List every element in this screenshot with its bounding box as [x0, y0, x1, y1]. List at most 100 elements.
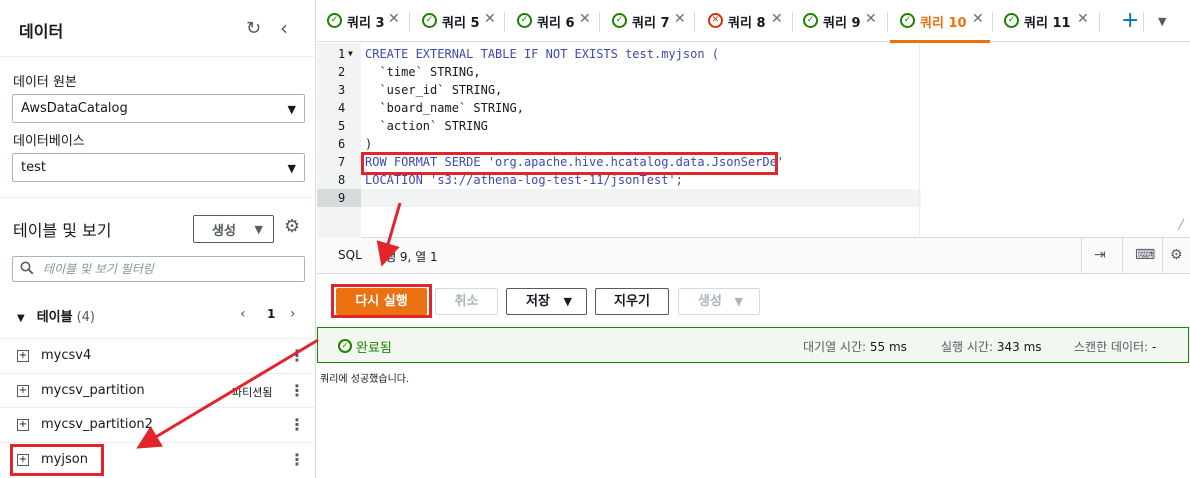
tables-header-label: 테이블	[36, 310, 73, 325]
close-icon[interactable]: ✕	[865, 11, 877, 27]
code-line: `board_name` STRING,	[365, 101, 524, 115]
expand-plus-icon[interactable]: +	[17, 385, 29, 397]
table-row[interactable]: + mycsv4 ⋮	[0, 338, 316, 372]
tab-query-10[interactable]: ✓ 쿼리 10 ✕	[890, 0, 990, 43]
table-filter-input[interactable]	[43, 260, 293, 278]
query-tab-bar: ✓ 쿼리 3 ✕ ✓ 쿼리 5 ✕ ✓ 쿼리 6 ✕ ✓ 쿼리 7 ✕ ✕ 쿼리…	[317, 0, 1190, 43]
line-number: 4	[338, 101, 346, 115]
kebab-menu-icon[interactable]: ⋮	[289, 415, 305, 434]
keyboard-icon: ⌨	[1135, 247, 1156, 263]
close-icon[interactable]: ✕	[388, 11, 400, 27]
tab-query-11[interactable]: ✓ 쿼리 11 ✕	[994, 0, 1094, 42]
cancel-button[interactable]: 취소	[435, 288, 498, 315]
datasource-select[interactable]: AwsDataCatalog ▼	[12, 94, 305, 123]
tab-divider	[504, 12, 505, 32]
table-row[interactable]: + mycsv_partition2 ⋮	[0, 407, 316, 441]
divider	[0, 197, 316, 198]
close-icon[interactable]: ✕	[484, 11, 496, 27]
data-scanned: 스캔한 데이터: -	[1074, 338, 1156, 355]
create-dropdown-button[interactable]: 생성 ▼	[193, 215, 274, 243]
sql-editor[interactable]: 1 ▼ 2 3 4 5 6 7 8 9 CREATE EXTERNAL TABLE…	[317, 43, 1190, 238]
tab-menu-caret-icon[interactable]: ▼	[1158, 15, 1166, 28]
tab-query-7[interactable]: ✓ 쿼리 7 ✕	[602, 0, 694, 42]
tab-label: 쿼리 5	[442, 16, 480, 31]
error-x-icon: ✕	[708, 13, 723, 28]
query-result-banner: ✓ 완료됨 대기열 시간: 55 ms 실행 시간: 343 ms 스캔한 데이…	[317, 327, 1189, 363]
success-check-icon: ✓	[338, 339, 352, 353]
keyboard-shortcuts-button[interactable]: ⌨	[1122, 238, 1162, 274]
line-number: 8	[338, 173, 346, 187]
table-name[interactable]: mycsv4	[41, 348, 91, 363]
code-line: CREATE EXTERNAL TABLE IF NOT EXISTS test…	[365, 47, 720, 61]
database-select[interactable]: test ▼	[12, 153, 305, 182]
save-button-label: 저장	[526, 294, 550, 309]
success-check-icon: ✓	[803, 13, 818, 28]
close-icon[interactable]: ✕	[771, 11, 783, 27]
expand-triangle-icon[interactable]: ▼	[17, 313, 25, 324]
tab-label: 쿼리 3	[347, 16, 385, 31]
collapse-icon[interactable]: ‹	[280, 18, 288, 38]
kebab-menu-icon[interactable]: ⋮	[289, 346, 305, 365]
kebab-menu-icon[interactable]: ⋮	[289, 381, 305, 400]
success-check-icon: ✓	[900, 13, 915, 28]
tables-count: (4)	[76, 310, 96, 325]
caret-down-icon: ▼	[287, 103, 296, 116]
close-icon[interactable]: ✕	[1077, 11, 1089, 27]
resize-grip-icon[interactable]: ╱	[1178, 220, 1184, 231]
expand-plus-icon[interactable]: +	[17, 419, 29, 431]
table-filter-field[interactable]	[12, 256, 305, 282]
next-page-icon[interactable]: ›	[290, 306, 296, 322]
page-number[interactable]: 1	[267, 307, 275, 321]
caret-down-icon: ▼	[563, 295, 572, 308]
tab-divider	[1099, 12, 1100, 32]
kebab-menu-icon[interactable]: ⋮	[289, 450, 305, 469]
tab-divider	[599, 12, 600, 32]
fold-arrow-icon[interactable]: ▼	[348, 45, 353, 63]
annotation-highlight-box	[331, 284, 432, 318]
add-tab-icon[interactable]: +	[1121, 8, 1139, 33]
tab-query-8[interactable]: ✕ 쿼리 8 ✕	[698, 0, 790, 42]
data-panel: 데이터 ↻ ‹ 데이터 원본 AwsDataCatalog ▼ 데이터베이스 t…	[0, 0, 316, 478]
refresh-icon[interactable]: ↻	[246, 20, 261, 38]
gear-icon: ⚙	[1170, 247, 1183, 263]
queue-time-value: 55 ms	[869, 340, 907, 354]
table-name[interactable]: mycsv_partition2	[41, 417, 153, 432]
line-number: 5	[338, 119, 346, 133]
tables-section-header[interactable]: ▼ 테이블 (4)	[17, 306, 95, 325]
caret-down-icon: ▼	[254, 223, 263, 236]
gear-icon[interactable]: ⚙	[284, 218, 300, 236]
save-dropdown-button[interactable]: 저장 ▼	[506, 288, 587, 315]
table-row[interactable]: + mycsv_partition 파티션됨 ⋮	[0, 373, 316, 407]
database-value: test	[21, 160, 46, 175]
search-icon	[20, 261, 34, 275]
tab-divider	[409, 12, 410, 32]
data-scanned-value: -	[1151, 340, 1157, 354]
code-line: `action` STRING	[365, 119, 488, 133]
tab-query-6[interactable]: ✓ 쿼리 6 ✕	[507, 0, 599, 42]
close-icon[interactable]: ✕	[674, 11, 686, 27]
prev-page-icon[interactable]: ‹	[240, 306, 246, 322]
editor-status-bar: SQL 행 9, 열 1 ⇥ ⌨ ⚙	[317, 238, 1190, 274]
queue-time-label: 대기열 시간:	[803, 340, 867, 354]
tab-label: 쿼리 8	[728, 16, 766, 31]
tab-query-3[interactable]: ✓ 쿼리 3 ✕	[317, 0, 409, 42]
datasource-label: 데이터 원본	[13, 75, 77, 90]
tab-query-9[interactable]: ✓ 쿼리 9 ✕	[793, 0, 885, 42]
table-name[interactable]: mycsv_partition	[41, 383, 145, 398]
tab-divider	[887, 12, 888, 32]
annotation-highlight-box	[10, 444, 104, 476]
create-menu-button[interactable]: 생성 ▼	[678, 288, 760, 315]
print-margin	[919, 43, 920, 238]
close-icon[interactable]: ✕	[579, 11, 591, 27]
tab-divider	[1143, 12, 1144, 32]
success-check-icon: ✓	[422, 13, 437, 28]
tab-query-5[interactable]: ✓ 쿼리 5 ✕	[412, 0, 504, 42]
editor-settings-button[interactable]: ⚙	[1162, 238, 1190, 274]
clear-button[interactable]: 지우기	[595, 288, 669, 315]
expand-plus-icon[interactable]: +	[17, 350, 29, 362]
database-label: 데이터베이스	[13, 134, 85, 149]
close-icon[interactable]: ✕	[972, 11, 984, 27]
caret-down-icon: ▼	[734, 295, 743, 308]
format-query-button[interactable]: ⇥	[1081, 238, 1121, 274]
create-button-label: 생성	[212, 224, 236, 239]
